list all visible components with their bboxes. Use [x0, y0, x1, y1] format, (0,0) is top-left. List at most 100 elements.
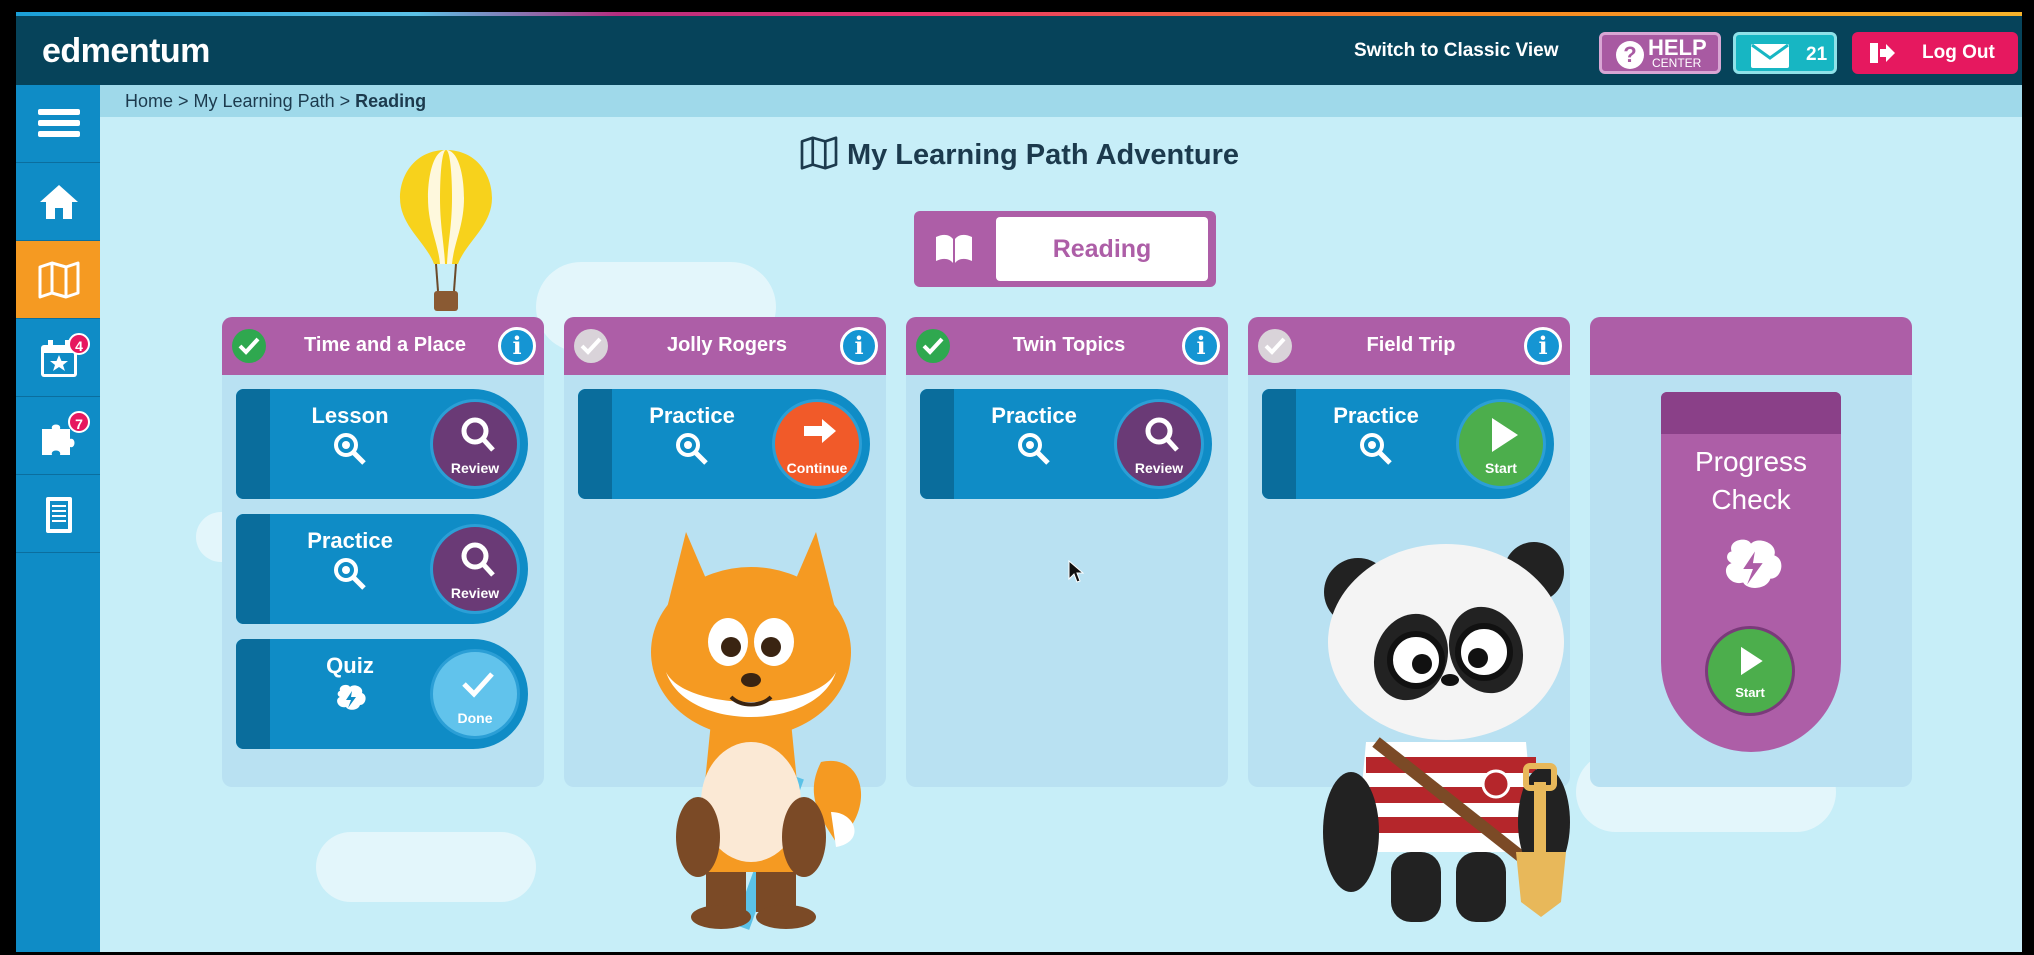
activity-stripe	[920, 389, 954, 499]
review-label: Review	[1134, 460, 1184, 476]
question-icon: ?	[1616, 41, 1644, 69]
logout-label: Log Out	[1922, 42, 1995, 63]
search-icon	[461, 417, 495, 452]
home-icon	[40, 185, 78, 219]
checkmark-icon	[462, 672, 494, 698]
topic-title: Jolly Rogers	[666, 334, 788, 356]
map-icon	[38, 261, 80, 299]
activity-name: Quiz	[326, 653, 374, 678]
complete-check-icon	[232, 329, 266, 363]
page-title: My Learning Path Adventure	[16, 136, 2022, 172]
magnifier-icon	[334, 558, 366, 590]
activity-card-practice[interactable]: Practice Review	[236, 514, 528, 624]
panda-character-illustration	[1323, 542, 1570, 922]
brain-lightning-icon	[337, 684, 366, 710]
breadcrumb: Home > My Learning Path > Reading	[100, 85, 2022, 117]
progress-check-start-button[interactable]: Start	[1705, 626, 1795, 716]
magnifier-icon	[1360, 433, 1392, 465]
activity-name: Practice	[307, 528, 393, 553]
progress-check-column: Progress Check Start	[1590, 317, 1912, 787]
background-cloud	[316, 832, 536, 902]
complete-check-icon	[916, 329, 950, 363]
activity-stripe	[578, 389, 612, 499]
app-frame: edmentum Switch to Classic View ? HELP C…	[16, 12, 2022, 952]
sidebar-nav: 4 7	[16, 85, 100, 952]
activity-name: Practice	[991, 403, 1077, 428]
activity-stripe	[236, 514, 270, 624]
topic-header: Twin Topics i	[906, 317, 1228, 375]
topic-column-time-and-a-place: Time and a Place i Lesson Review Practic…	[222, 317, 544, 787]
progress-check-title-line1: Progress	[1694, 446, 1808, 477]
logout-icon	[1870, 43, 1895, 63]
activity-name: Practice	[1333, 403, 1419, 428]
activity-card-practice[interactable]: Practice Review	[920, 389, 1212, 499]
subject-selector[interactable]: Reading	[914, 211, 1216, 287]
incomplete-check-icon	[574, 329, 608, 363]
notebook-icon	[46, 497, 72, 533]
arrow-right-icon	[804, 419, 836, 443]
progress-check-card[interactable]: Progress Check Start	[1661, 392, 1841, 752]
open-book-icon	[936, 234, 972, 263]
topic-column-twin-topics: Twin Topics i Practice Review	[906, 317, 1228, 787]
logout-button[interactable]: Log Out	[1852, 32, 2018, 74]
sidebar-item-home[interactable]	[16, 163, 100, 241]
activity-card-lesson[interactable]: Lesson Review	[236, 389, 528, 499]
info-icon[interactable]: i	[1524, 327, 1562, 365]
progress-check-card-top	[1661, 392, 1841, 434]
map-icon	[800, 136, 838, 170]
mouse-cursor-icon	[1068, 560, 1084, 583]
activity-card-quiz[interactable]: Quiz Done	[236, 639, 528, 749]
play-icon	[1741, 646, 1763, 676]
done-label: Done	[457, 710, 493, 726]
messages-count: 21	[1806, 44, 1828, 65]
page-title-text: My Learning Path Adventure	[846, 139, 1240, 171]
sidebar-item-learning-path[interactable]	[16, 241, 100, 319]
magnifier-icon	[676, 433, 708, 465]
help-center-button[interactable]: ? HELP CENTER	[1599, 32, 1721, 74]
play-icon	[1492, 418, 1518, 452]
info-icon[interactable]: i	[498, 327, 536, 365]
continue-label: Continue	[786, 460, 848, 476]
activity-stripe	[236, 639, 270, 749]
breadcrumb-current: Reading	[355, 91, 427, 111]
activity-stripe	[1262, 389, 1296, 499]
edmentum-logo[interactable]: edmentum	[42, 32, 210, 71]
start-label: Start	[1485, 460, 1517, 476]
puzzle-badge: 7	[68, 411, 90, 433]
activity-card-practice[interactable]: Practice Start	[1262, 389, 1554, 499]
activity-name: Practice	[649, 403, 735, 428]
review-button[interactable]: Review	[430, 399, 520, 489]
review-button[interactable]: Review	[1114, 399, 1204, 489]
review-label: Review	[450, 460, 500, 476]
breadcrumb-path[interactable]: Home > My Learning Path >	[125, 91, 355, 111]
switch-classic-view-link[interactable]: Switch to Classic View	[1354, 40, 1559, 62]
fox-character-illustration	[651, 532, 862, 930]
incomplete-check-icon	[1258, 329, 1292, 363]
search-icon	[461, 542, 495, 577]
review-button[interactable]: Review	[430, 524, 520, 614]
calendar-badge: 4	[68, 333, 90, 355]
done-button[interactable]: Done	[430, 649, 520, 739]
subject-label: Reading	[1052, 235, 1152, 263]
sidebar-item-notebook[interactable]	[16, 475, 100, 553]
activity-card-practice[interactable]: Practice Continue	[578, 389, 870, 499]
top-navigation-bar: edmentum Switch to Classic View ? HELP C…	[16, 12, 2022, 85]
messages-button[interactable]: 21	[1733, 32, 1837, 74]
progress-check-title-line2: Check	[1711, 484, 1791, 515]
continue-button[interactable]: Continue	[772, 399, 862, 489]
topic-title: Time and a Place	[304, 334, 466, 356]
start-button[interactable]: Start	[1456, 399, 1546, 489]
info-icon[interactable]: i	[1182, 327, 1220, 365]
activity-stripe	[236, 389, 270, 499]
envelope-icon	[1751, 43, 1789, 68]
help-center-label: CENTER	[1652, 56, 1702, 70]
topic-title: Twin Topics	[1012, 334, 1126, 356]
sidebar-item-calendar[interactable]: 4	[16, 319, 100, 397]
topic-title: Field Trip	[1366, 334, 1456, 356]
info-icon[interactable]: i	[840, 327, 878, 365]
topic-header: Field Trip i	[1248, 317, 1570, 375]
search-icon	[1145, 417, 1179, 452]
sidebar-item-puzzle[interactable]: 7	[16, 397, 100, 475]
magnifier-icon	[1018, 433, 1050, 465]
rainbow-stripe	[16, 12, 2022, 16]
